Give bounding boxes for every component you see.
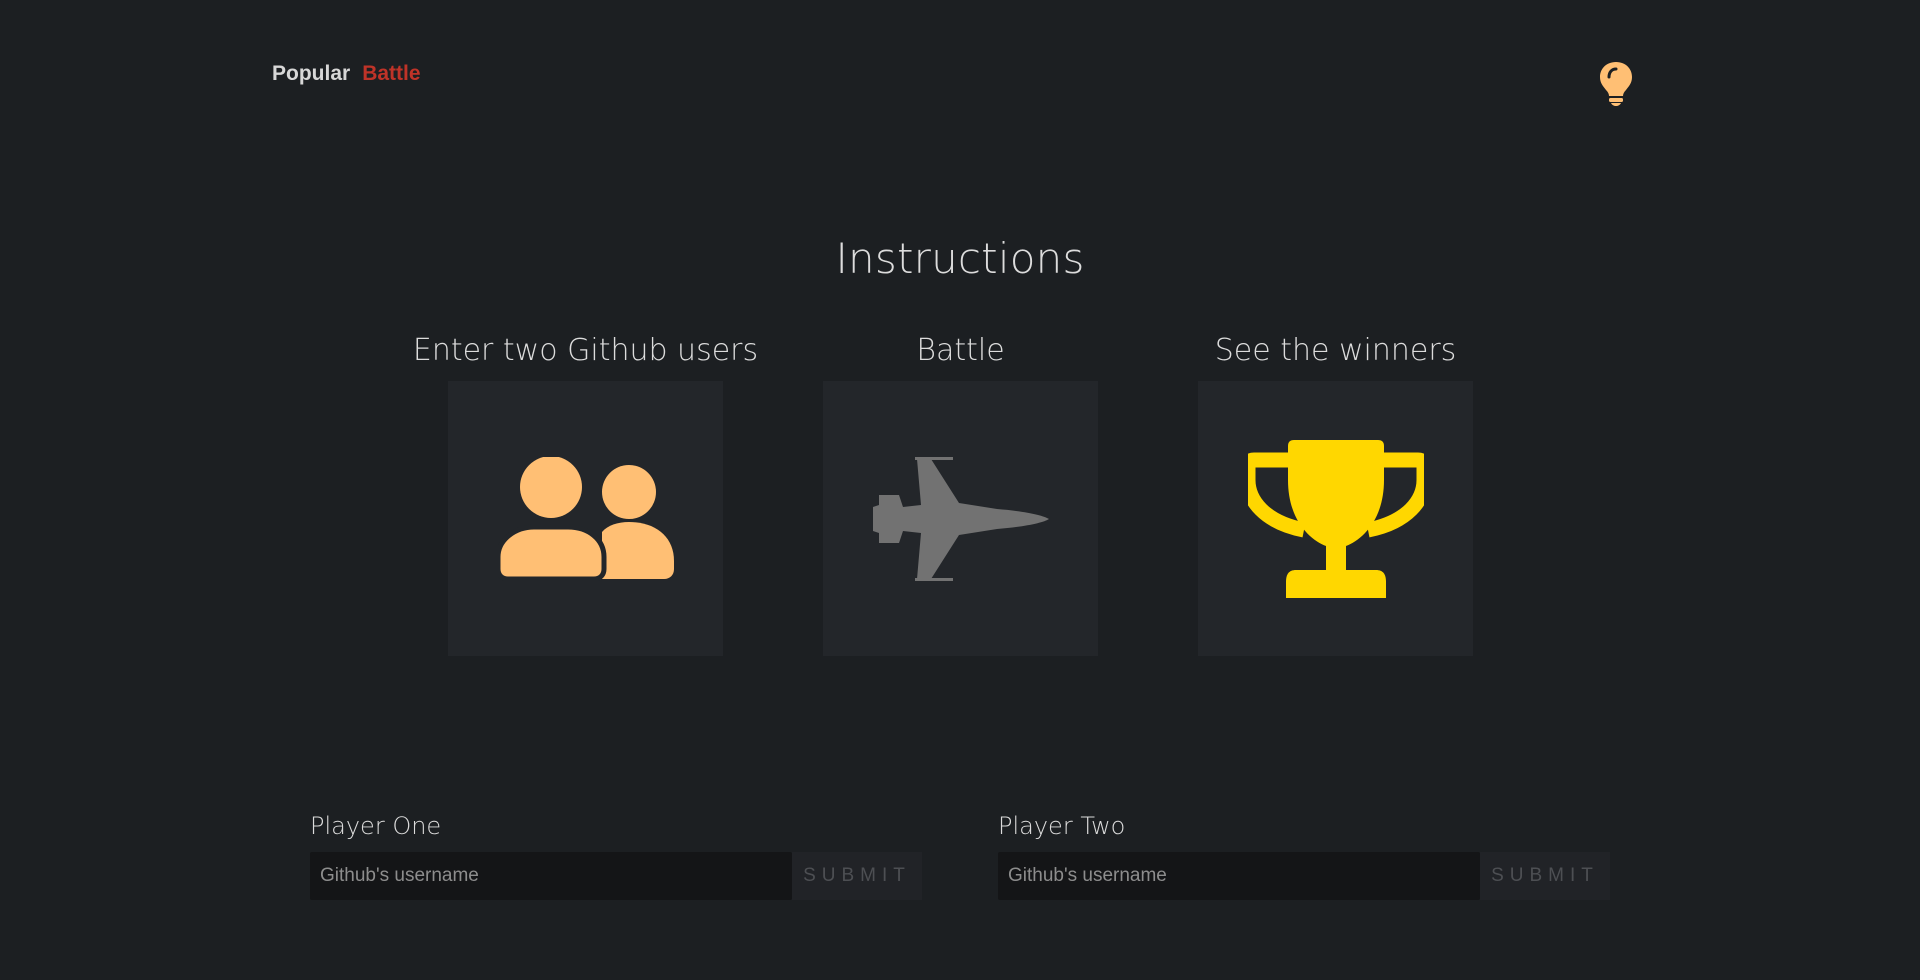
instructions-title: Instructions bbox=[835, 234, 1085, 283]
step-title: Enter two Github users bbox=[412, 333, 759, 368]
player-two-label: Player Two bbox=[998, 812, 1126, 840]
player-two-form: Player Two SUBMIT bbox=[998, 812, 1610, 900]
step-enter-users: Enter two Github users bbox=[398, 329, 773, 656]
player-one-submit-button[interactable]: SUBMIT bbox=[792, 852, 922, 900]
step-card bbox=[448, 381, 723, 656]
fighter-jet-icon bbox=[872, 456, 1049, 581]
player-one-form: Player One SUBMIT bbox=[310, 812, 922, 900]
theme-toggle-button[interactable] bbox=[1598, 60, 1634, 106]
nav-link-battle[interactable]: Battle bbox=[362, 62, 420, 86]
top-nav: Popular Battle bbox=[272, 62, 421, 86]
page: Popular Battle Instructions Enter two Gi… bbox=[0, 0, 1920, 980]
step-title: Battle bbox=[916, 333, 1005, 368]
player-one-label: Player One bbox=[310, 812, 442, 840]
step-title: See the winners bbox=[1214, 333, 1457, 368]
player-two-username-input[interactable] bbox=[998, 852, 1480, 900]
nav-link-popular[interactable]: Popular bbox=[272, 62, 350, 86]
player-one-username-input[interactable] bbox=[310, 852, 792, 900]
step-see-winners: See the winners bbox=[1148, 329, 1523, 656]
trophy-icon bbox=[1247, 439, 1424, 598]
step-card bbox=[823, 381, 1098, 656]
player-two-submit-button[interactable]: SUBMIT bbox=[1480, 852, 1610, 900]
step-battle: Battle bbox=[773, 329, 1148, 656]
lightbulb-icon bbox=[1600, 62, 1632, 106]
step-card bbox=[1198, 381, 1473, 656]
users-icon bbox=[497, 456, 674, 581]
